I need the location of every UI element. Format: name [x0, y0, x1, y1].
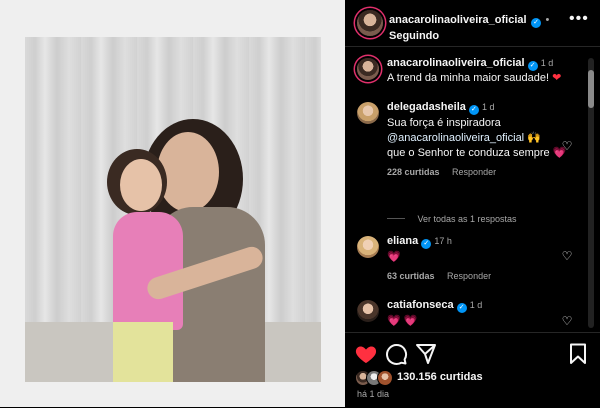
post-media-panel	[0, 0, 345, 407]
comment-time[interactable]: 1 d	[482, 102, 495, 112]
post-photo[interactable]	[25, 37, 321, 382]
red-heart-emoji: ❤	[552, 72, 562, 84]
caption-time[interactable]: 1 d	[541, 58, 554, 68]
verified-badge-icon: ✓	[531, 18, 542, 28]
like-comment-heart-icon[interactable]: ♡	[561, 315, 573, 327]
comment-meta: 228 curtidas Responder	[387, 167, 567, 177]
reply-button[interactable]: Responder	[452, 167, 496, 177]
comment-mention-link[interactable]: @anacarolinaoliveira_oficial	[387, 132, 524, 144]
comment-meta: 63 curtidas Responder	[387, 271, 567, 281]
verified-badge-icon: ✓	[468, 105, 479, 115]
comments-list: anacarolinaoliveira_oficial ✓ 1 d A tren…	[345, 47, 588, 332]
caption-username[interactable]: anacarolinaoliveira_oficial	[387, 57, 525, 69]
comments-scrollbar[interactable]	[588, 58, 594, 328]
commenter-avatar[interactable]	[357, 102, 379, 124]
comment-bubble-icon[interactable]	[384, 342, 408, 366]
comment-time[interactable]: 17 h	[434, 236, 452, 246]
photo-woman-face	[157, 132, 219, 212]
author-username[interactable]: anacarolinaoliveira_oficial	[389, 14, 527, 26]
follow-status-button[interactable]: Seguindo	[389, 30, 439, 42]
verified-badge-icon: ✓	[527, 61, 538, 71]
author-avatar[interactable]	[357, 10, 383, 36]
scrollbar-thumb[interactable]	[588, 70, 594, 108]
verified-badge-icon: ✓	[421, 239, 432, 249]
comment-likes[interactable]: 228 curtidas	[387, 167, 440, 177]
dot-separator: •	[545, 14, 550, 26]
share-send-icon[interactable]	[414, 342, 438, 366]
comment-text-line: Sua força é inspiradora	[387, 117, 501, 129]
view-replies-link[interactable]: Ver todas as 1 respostas	[417, 214, 516, 224]
post-actions-bar: 130.156 curtidas há 1 dia	[345, 332, 600, 408]
likers-avatars[interactable]	[355, 370, 399, 386]
post-time[interactable]: há 1 dia	[357, 389, 389, 399]
liker-avatar	[377, 370, 393, 386]
ellipsis-icon[interactable]: •••	[569, 11, 589, 28]
pink-heart-emoji: 💗 💗	[387, 315, 418, 327]
comment-text-line: que o Senhor te conduza sempre	[387, 147, 550, 159]
replies-line	[387, 218, 405, 219]
commenter-avatar[interactable]	[357, 300, 379, 322]
commenter-avatar[interactable]	[357, 236, 379, 258]
view-replies[interactable]: Ver todas as 1 respostas	[387, 209, 587, 227]
comment-likes[interactable]: 63 curtidas	[387, 271, 435, 281]
like-comment-heart-icon[interactable]: ♡	[561, 250, 573, 262]
comment-text: Sua força é inspiradora @anacarolinaoliv…	[387, 116, 567, 161]
like-comment-heart-icon[interactable]: ♡	[561, 140, 573, 152]
photo-girl-pants	[113, 322, 173, 382]
author-block: anacarolinaoliveira_oficial ✓ • Seguindo	[389, 12, 569, 43]
commenter-username[interactable]: delegadasheila	[387, 101, 466, 113]
caption-text: A trend da minha maior saudade!	[387, 72, 550, 84]
post-side-panel: anacarolinaoliveira_oficial ✓ • Seguindo…	[345, 0, 600, 407]
post-header: anacarolinaoliveira_oficial ✓ • Seguindo…	[345, 0, 600, 47]
caption-avatar[interactable]	[357, 58, 379, 80]
post-like-count[interactable]: 130.156 curtidas	[397, 371, 483, 383]
commenter-username[interactable]: catiafonseca	[387, 299, 454, 311]
verified-badge-icon: ✓	[456, 303, 467, 313]
raised-hands-emoji: 🙌	[527, 132, 541, 144]
commenter-username[interactable]: eliana	[387, 235, 418, 247]
pink-heart-emoji: 💗	[387, 251, 401, 263]
liked-heart-icon[interactable]	[354, 342, 378, 366]
photo-girl-face	[120, 159, 162, 211]
comment-time[interactable]: 1 d	[470, 300, 483, 310]
reply-button[interactable]: Responder	[447, 271, 491, 281]
bookmark-icon[interactable]	[566, 342, 590, 366]
